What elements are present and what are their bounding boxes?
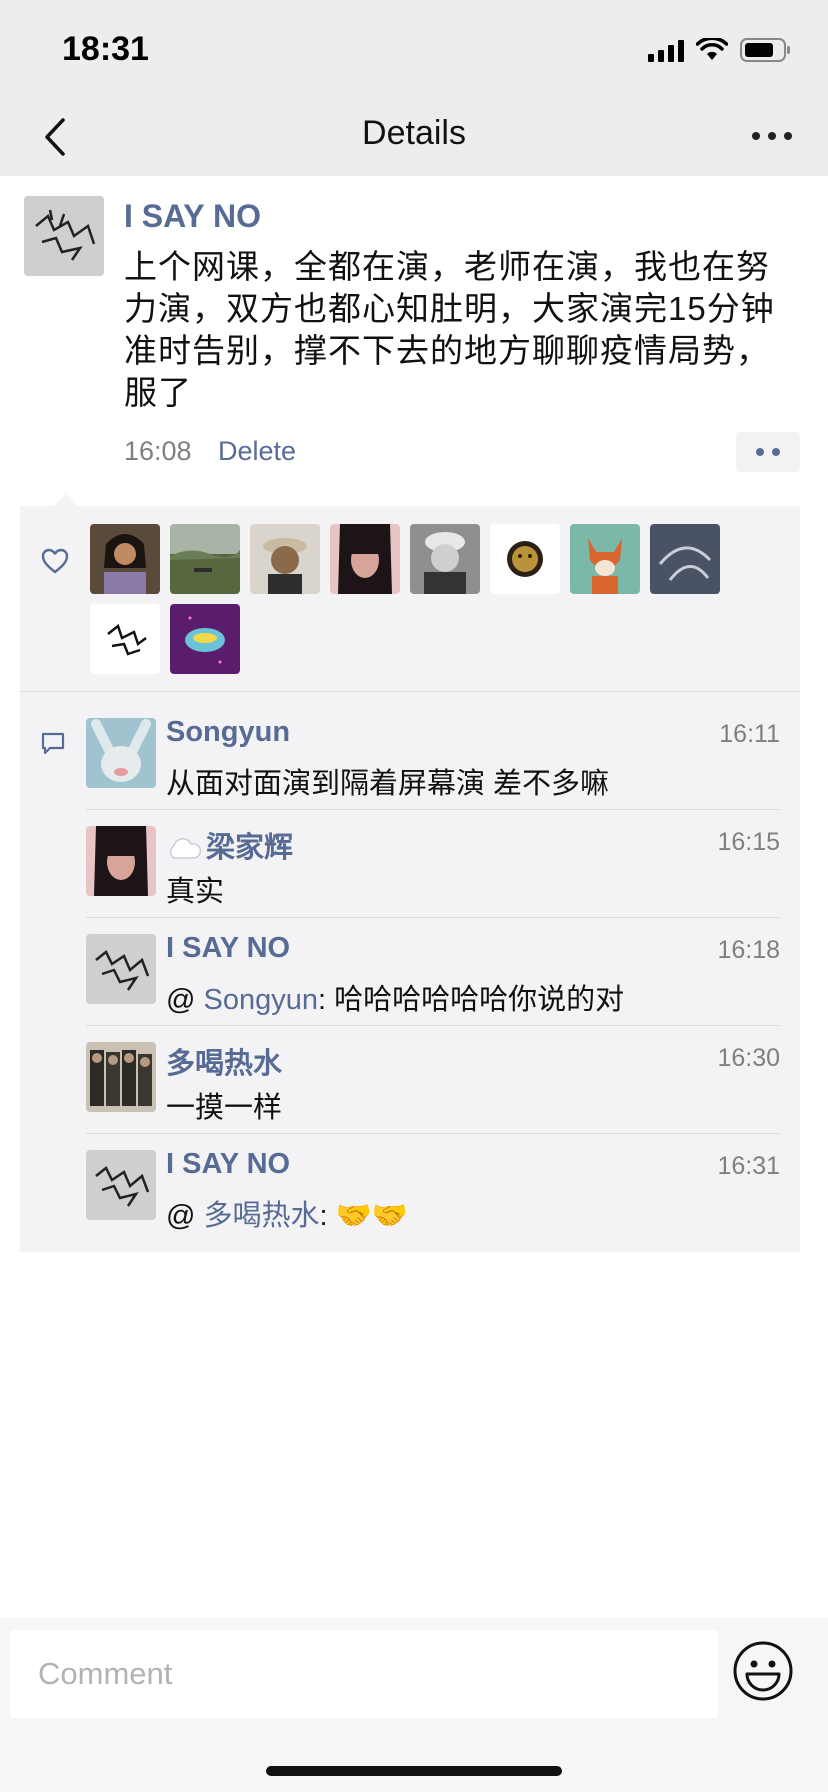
liker-avatar[interactable]: [570, 524, 640, 594]
commenter-name-text: 梁家辉: [206, 832, 294, 864]
commenter-avatar[interactable]: [86, 718, 156, 788]
comment-time: 16:18: [717, 936, 780, 964]
action-dot-icon: [756, 448, 764, 456]
likes-section: [20, 506, 800, 692]
comment-text: 真实: [166, 876, 225, 908]
commenter-name[interactable]: 多喝热水: [166, 1040, 282, 1082]
comment-text-body: : 哈哈哈哈哈哈你说的对: [318, 984, 625, 1016]
comment-time: 16:31: [717, 1152, 780, 1180]
like-avatar-list: [90, 524, 750, 674]
comment-text-body: : 🤝🤝: [319, 1200, 408, 1232]
liker-avatar[interactable]: [90, 604, 160, 674]
status-icons: [648, 34, 792, 66]
comment-item[interactable]: Songyun 16:11 从面对面演到隔着屏幕演 差不多嘛: [86, 702, 780, 810]
commenter-name[interactable]: 梁家辉: [166, 824, 293, 866]
comment-time: 16:11: [719, 720, 780, 748]
comment-item[interactable]: 梁家辉 16:15 真实: [86, 810, 780, 918]
status-time: 18:31: [62, 30, 149, 68]
post-text: 上个网课，全都在演，老师在演，我也在努力演，双方也都心知肚明，大家演完15分钟准…: [124, 248, 775, 411]
panel-caret: [54, 494, 78, 506]
page-title: Details: [362, 114, 466, 152]
post-actions-button[interactable]: [736, 432, 800, 472]
comment-time: 16:30: [717, 1044, 780, 1072]
more-dot-icon: [768, 132, 776, 140]
liker-avatar[interactable]: [250, 524, 320, 594]
wifi-icon: [696, 38, 728, 60]
commenter-name[interactable]: I SAY NO: [166, 932, 290, 965]
action-dot-icon: [772, 448, 780, 456]
mention-link[interactable]: Songyun: [204, 984, 319, 1016]
commenter-avatar[interactable]: [86, 934, 156, 1004]
status-bar: 18:31: [0, 0, 828, 96]
interactions-panel: Songyun 16:11 从面对面演到隔着屏幕演 差不多嘛 梁家辉 16:15…: [20, 494, 800, 1252]
battery-icon: [740, 38, 790, 62]
commenter-avatar[interactable]: [86, 1042, 156, 1112]
commenter-name[interactable]: I SAY NO: [166, 1148, 290, 1181]
heart-icon: [41, 548, 69, 574]
liker-avatar[interactable]: [650, 524, 720, 594]
comment-text: 一摸一样: [166, 1092, 283, 1124]
commenter-avatar[interactable]: [86, 826, 156, 896]
comment-item[interactable]: 多喝热水 16:30 一摸一样: [86, 1026, 780, 1134]
home-indicator: [266, 1766, 562, 1776]
liker-avatar[interactable]: [410, 524, 480, 594]
liker-avatar[interactable]: [490, 524, 560, 594]
comment-bar: [0, 1618, 828, 1792]
mention-link[interactable]: 多喝热水: [204, 1200, 320, 1232]
liker-avatar[interactable]: [90, 524, 160, 594]
cellular-signal-icon: [648, 38, 684, 62]
more-dot-icon: [752, 132, 760, 140]
navigation-bar: Details: [0, 96, 828, 176]
liker-avatar[interactable]: [170, 524, 240, 594]
liker-avatar[interactable]: [170, 604, 240, 674]
comments-section: Songyun 16:11 从面对面演到隔着屏幕演 差不多嘛 梁家辉 16:15…: [20, 692, 800, 1252]
cloud-emoji-icon: [169, 838, 201, 859]
liker-avatar[interactable]: [330, 524, 400, 594]
post-author-avatar[interactable]: [24, 196, 104, 276]
more-options-button[interactable]: [744, 114, 800, 158]
post-time: 16:08: [124, 436, 192, 466]
delete-link[interactable]: Delete: [218, 436, 296, 467]
emoji-button[interactable]: [732, 1640, 794, 1702]
comment-item[interactable]: I SAY NO 16:31 @ 多喝热水: 🤝🤝: [86, 1134, 780, 1242]
comment-item[interactable]: I SAY NO 16:18 @ Songyun: 哈哈哈哈哈哈你说的对: [86, 918, 780, 1026]
commenter-avatar[interactable]: [86, 1150, 156, 1220]
comment-text: 从面对面演到隔着屏幕演 差不多嘛: [166, 768, 610, 800]
post-author-name[interactable]: I SAY NO: [124, 198, 261, 235]
commenter-name[interactable]: Songyun: [166, 716, 290, 749]
comment-text: @ 多喝热水: 🤝🤝: [166, 1200, 408, 1232]
more-dot-icon: [784, 132, 792, 140]
comment-input[interactable]: [10, 1630, 718, 1718]
comment-text: @ Songyun: 哈哈哈哈哈哈你说的对: [166, 984, 625, 1016]
comment-bubble-icon: [41, 732, 65, 755]
comment-time: 16:15: [717, 828, 780, 856]
